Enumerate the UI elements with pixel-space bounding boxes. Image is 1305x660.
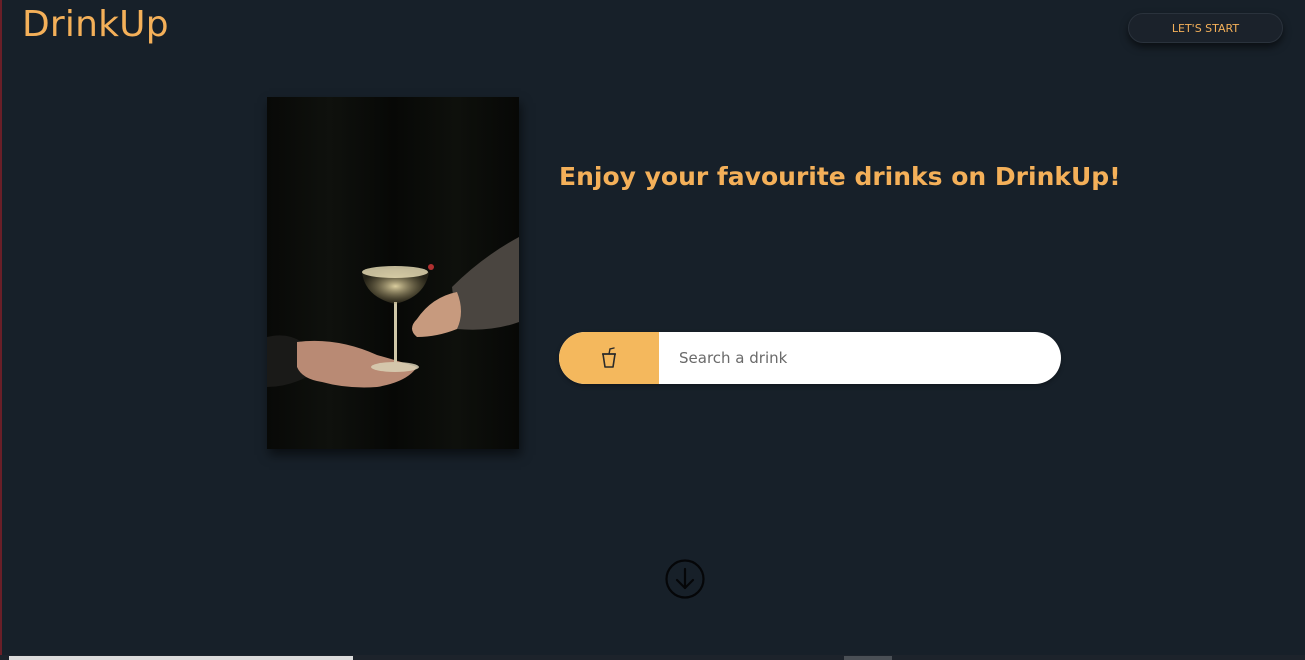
cocktail-glass-photo-icon xyxy=(267,97,519,449)
lets-start-button[interactable]: LET'S START xyxy=(1128,13,1283,43)
bottom-scroll-strip xyxy=(0,655,1305,660)
hero-headline: Enjoy your favourite drinks on DrinkUp! xyxy=(559,162,1121,191)
scroll-indicator-segment xyxy=(844,656,892,660)
cup-with-straw-icon xyxy=(602,347,616,368)
hero-photo xyxy=(267,97,519,449)
arrow-down-circle-icon xyxy=(665,559,705,599)
scroll-indicator-segment xyxy=(9,656,353,660)
search-input[interactable] xyxy=(659,332,1061,384)
left-edge-accent xyxy=(0,0,2,660)
search-bar xyxy=(559,332,1061,384)
page: DrinkUp LET'S START Enjoy your favourite… xyxy=(0,0,1305,660)
scroll-down-button[interactable] xyxy=(665,559,705,599)
search-icon-button[interactable] xyxy=(559,332,659,384)
logo[interactable]: DrinkUp xyxy=(22,4,169,45)
